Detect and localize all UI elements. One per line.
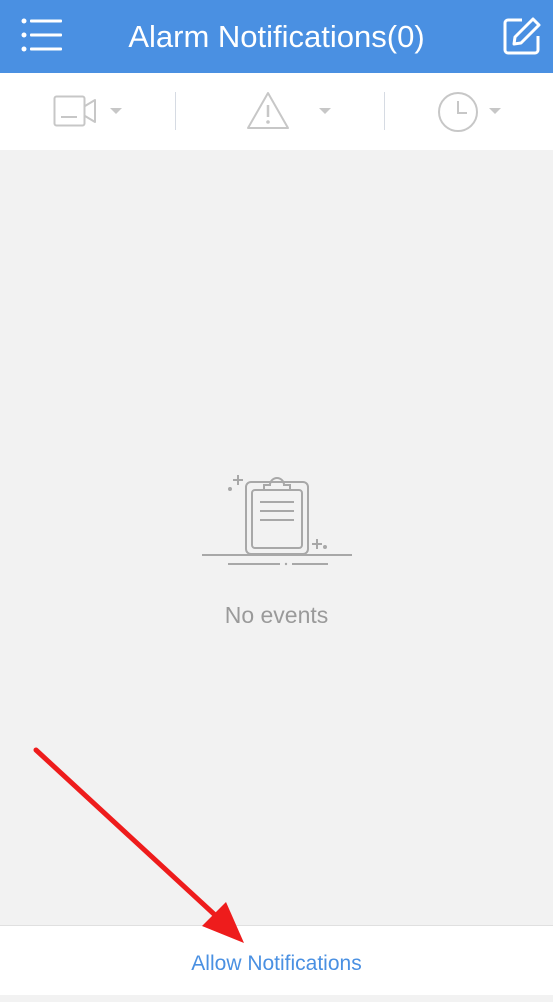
camera-icon	[53, 95, 96, 127]
clipboard-icon	[202, 475, 352, 566]
camera-filter[interactable]	[0, 73, 176, 150]
allow-notifications-button[interactable]: Allow Notifications	[0, 926, 553, 996]
alert-triangle-icon	[247, 92, 289, 129]
app-header: Alarm Notifications(0)	[0, 0, 553, 73]
clock-icon	[438, 92, 478, 132]
chevron-down-icon	[110, 108, 122, 114]
filter-bar	[0, 73, 553, 150]
edit-icon	[503, 17, 541, 55]
chevron-down-icon	[319, 108, 331, 114]
page-title: Alarm Notifications(0)	[128, 19, 425, 54]
chevron-down-icon	[489, 108, 501, 114]
time-filter[interactable]	[385, 73, 553, 150]
empty-state: No events	[0, 150, 553, 925]
empty-message: No events	[224, 602, 329, 628]
alarm-type-filter[interactable]	[176, 73, 385, 150]
edit-button[interactable]	[502, 16, 542, 56]
bottom-bar: Allow Notifications	[0, 925, 553, 995]
